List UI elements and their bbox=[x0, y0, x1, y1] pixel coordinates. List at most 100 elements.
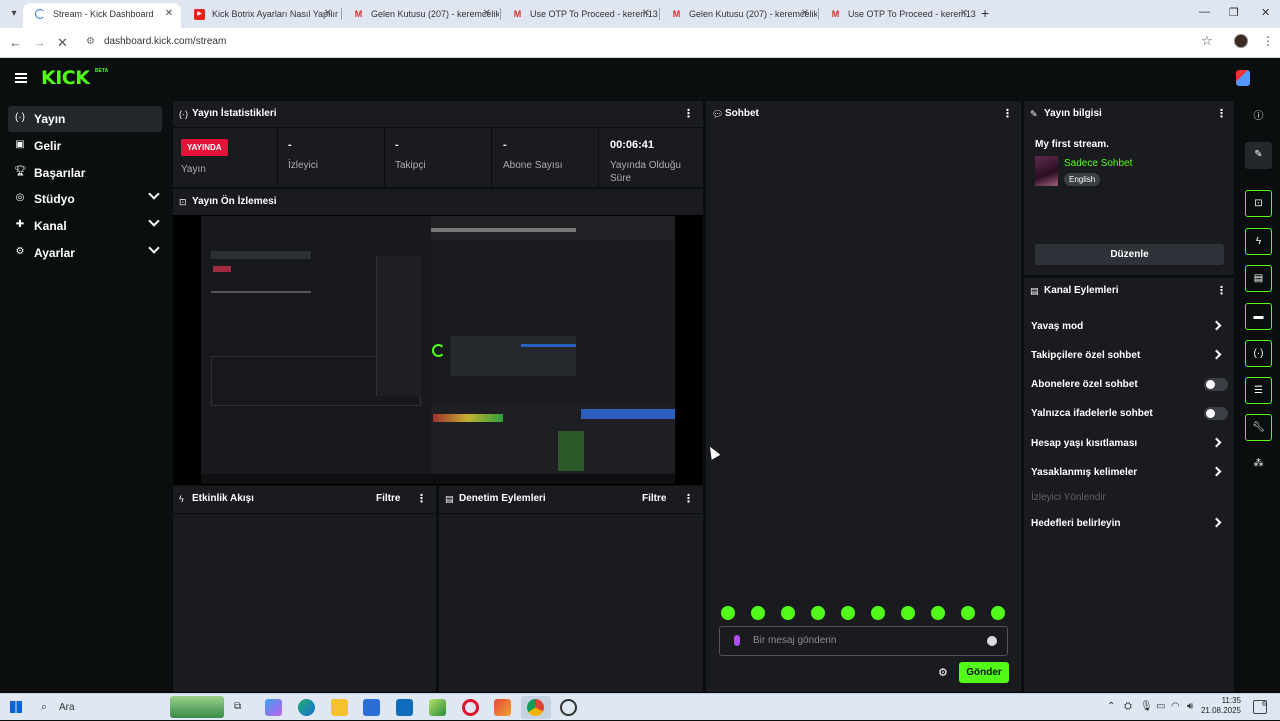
emoji-icon[interactable] bbox=[987, 636, 997, 646]
broadcast-icon[interactable]: (·) bbox=[1245, 340, 1272, 367]
close-icon[interactable]: ✕ bbox=[483, 3, 491, 25]
microphone-icon[interactable] bbox=[734, 635, 740, 646]
microphone-icon[interactable]: 🎙︎ bbox=[1140, 701, 1153, 712]
edit-button[interactable]: Düzenle bbox=[1035, 244, 1224, 265]
emote-icon[interactable] bbox=[871, 606, 885, 620]
followers-only-row[interactable]: Takipçilere özel sohbet bbox=[1031, 348, 1229, 364]
file-explorer-icon[interactable] bbox=[331, 699, 348, 716]
chrome-icon[interactable] bbox=[527, 699, 544, 716]
more-options-icon[interactable]: ⋮ bbox=[416, 492, 427, 505]
send-button[interactable]: Gönder bbox=[959, 662, 1009, 683]
user-avatar[interactable] bbox=[1236, 70, 1250, 86]
search-highlight-image[interactable] bbox=[170, 696, 224, 718]
wifi-icon[interactable]: ◠ bbox=[1171, 701, 1180, 712]
display-icon[interactable]: ▭ bbox=[1156, 701, 1165, 712]
close-window-icon[interactable]: ✕ bbox=[1261, 6, 1270, 19]
subscribers-only-toggle[interactable] bbox=[1204, 378, 1228, 391]
emote-icon[interactable] bbox=[751, 606, 765, 620]
volume-icon[interactable]: 🔊︎ bbox=[1187, 701, 1193, 712]
emote-icon[interactable] bbox=[991, 606, 1005, 620]
action-label: Yalnızca ifadelerle sohbet bbox=[1031, 408, 1153, 419]
sidebar-item-ayarlar[interactable]: ⚙ Ayarlar bbox=[8, 240, 162, 266]
close-icon[interactable]: ✕ bbox=[165, 3, 173, 25]
kick-logo[interactable]: KICK bbox=[41, 67, 90, 89]
windows-start-icon[interactable] bbox=[10, 701, 22, 713]
sidebar-item-basarilar[interactable]: 🏆︎ Başarılar bbox=[8, 160, 162, 186]
panel-title: Sohbet bbox=[725, 108, 759, 119]
chat-settings-icon[interactable]: ⚙ bbox=[938, 666, 948, 679]
network-app-icon[interactable]: ⛭ bbox=[1124, 701, 1132, 712]
account-age-row[interactable]: Hesap yaşı kısıtlaması bbox=[1031, 436, 1229, 452]
close-icon[interactable]: ✕ bbox=[642, 3, 650, 25]
tab-kick-dashboard[interactable]: Stream - Kick Dashboard ✕ bbox=[23, 3, 181, 28]
clock[interactable]: 11:35 21.08.2025 bbox=[1199, 696, 1241, 716]
close-icon[interactable]: ✕ bbox=[801, 3, 809, 25]
sidebar-item-studyo[interactable]: ◎ Stüdyo bbox=[8, 186, 162, 212]
chat-message-input[interactable]: Bir mesaj gönderin bbox=[719, 626, 1008, 656]
banned-words-row[interactable]: Yasaklanmış kelimeler bbox=[1031, 465, 1229, 481]
minecraft-icon[interactable] bbox=[429, 699, 446, 716]
sidebar-item-kanal[interactable]: ✚ Kanal bbox=[8, 213, 162, 239]
close-icon[interactable]: ✕ bbox=[324, 3, 332, 25]
tab-gmail-otp[interactable]: M Use OTP To Proceed - kerem13 ✕ bbox=[818, 3, 976, 28]
category-link[interactable]: Sadece Sohbet bbox=[1064, 158, 1132, 169]
restore-icon[interactable]: ❐ bbox=[1229, 6, 1239, 19]
chat-placeholder: Bir mesaj gönderin bbox=[753, 635, 837, 646]
more-options-icon[interactable]: ⋮ bbox=[1216, 284, 1227, 297]
more-options-icon[interactable]: ⋮ bbox=[1002, 107, 1013, 120]
back-icon[interactable]: ← bbox=[9, 35, 22, 50]
close-icon[interactable]: ✕ bbox=[960, 3, 968, 25]
pencil-icon[interactable]: ✎ bbox=[1245, 142, 1272, 169]
edge-icon[interactable] bbox=[298, 699, 315, 716]
tab-gmail-inbox[interactable]: M Gelen Kutusu (207) - keremcelik ✕ bbox=[659, 3, 817, 28]
bookmark-star-icon[interactable]: ☆ bbox=[1201, 33, 1213, 49]
url-field[interactable]: ⚙ dashboard.kick.com/stream bbox=[78, 32, 1224, 54]
filter-button[interactable]: Filtre bbox=[642, 493, 666, 504]
new-tab-button[interactable]: + bbox=[981, 5, 989, 21]
wrench-icon[interactable]: 🔧︎ bbox=[1245, 414, 1272, 441]
tab-youtube[interactable]: ▶ Kick Botrix Ayarları Nasıl Yapılır ✕ bbox=[182, 3, 340, 28]
add-widget-icon[interactable]: ⁂ bbox=[1245, 451, 1272, 478]
chat-icon[interactable]: ▬ bbox=[1245, 303, 1272, 330]
more-options-icon[interactable]: ⋮ bbox=[683, 107, 694, 120]
emote-icon[interactable] bbox=[721, 606, 735, 620]
app-icon[interactable] bbox=[494, 699, 511, 716]
menu-icon[interactable] bbox=[15, 73, 27, 83]
store-icon[interactable] bbox=[363, 699, 380, 716]
emote-icon[interactable] bbox=[781, 606, 795, 620]
goals-row[interactable]: Hedefleri belirleyin bbox=[1031, 516, 1229, 532]
profile-avatar[interactable] bbox=[1234, 34, 1248, 48]
slow-mode-row[interactable]: Yavaş mod bbox=[1031, 319, 1229, 335]
lightning-icon[interactable]: ϟ bbox=[1245, 228, 1272, 255]
outlook-icon[interactable] bbox=[396, 699, 413, 716]
site-info-icon[interactable]: ⚙ bbox=[86, 36, 95, 47]
forward-icon[interactable]: → bbox=[33, 35, 46, 50]
notification-center-icon[interactable]: 6 bbox=[1253, 700, 1267, 714]
chevron-up-icon[interactable]: ⌃ bbox=[1107, 701, 1115, 712]
emote-icon[interactable] bbox=[841, 606, 855, 620]
emote-icon[interactable] bbox=[931, 606, 945, 620]
emote-icon[interactable] bbox=[811, 606, 825, 620]
stop-icon[interactable]: ✕ bbox=[57, 35, 68, 51]
tab-gmail-otp[interactable]: M Use OTP To Proceed - kerem13 ✕ bbox=[500, 3, 658, 28]
moderation-icon[interactable]: ▤ bbox=[1245, 265, 1272, 292]
copilot-icon[interactable] bbox=[265, 699, 282, 716]
opera-icon[interactable] bbox=[462, 699, 479, 716]
sidebar-item-yayin[interactable]: (·) Yayın bbox=[8, 106, 162, 132]
task-view-icon[interactable]: ⧉ bbox=[234, 701, 241, 712]
info-icon[interactable]: ⓘ bbox=[1245, 104, 1272, 131]
minimize-icon[interactable]: — bbox=[1199, 6, 1210, 18]
browser-menu-icon[interactable]: ⋮ bbox=[1262, 34, 1274, 48]
preview-toggle-icon[interactable]: ⊡ bbox=[1245, 190, 1272, 217]
tab-search-icon[interactable]: ▾ bbox=[6, 6, 22, 22]
filter-button[interactable]: Filtre bbox=[376, 493, 400, 504]
more-options-icon[interactable]: ⋮ bbox=[1216, 107, 1227, 120]
emote-icon[interactable] bbox=[901, 606, 915, 620]
emotes-only-toggle[interactable] bbox=[1204, 407, 1228, 420]
sidebar-item-gelir[interactable]: ▣ Gelir bbox=[8, 133, 162, 159]
emote-icon[interactable] bbox=[961, 606, 975, 620]
layout-icon[interactable]: ☰ bbox=[1245, 377, 1272, 404]
tab-gmail-inbox[interactable]: M Gelen Kutusu (207) - keremcelik ✕ bbox=[341, 3, 499, 28]
more-options-icon[interactable]: ⋮ bbox=[683, 492, 694, 505]
obs-icon[interactable] bbox=[560, 699, 577, 716]
